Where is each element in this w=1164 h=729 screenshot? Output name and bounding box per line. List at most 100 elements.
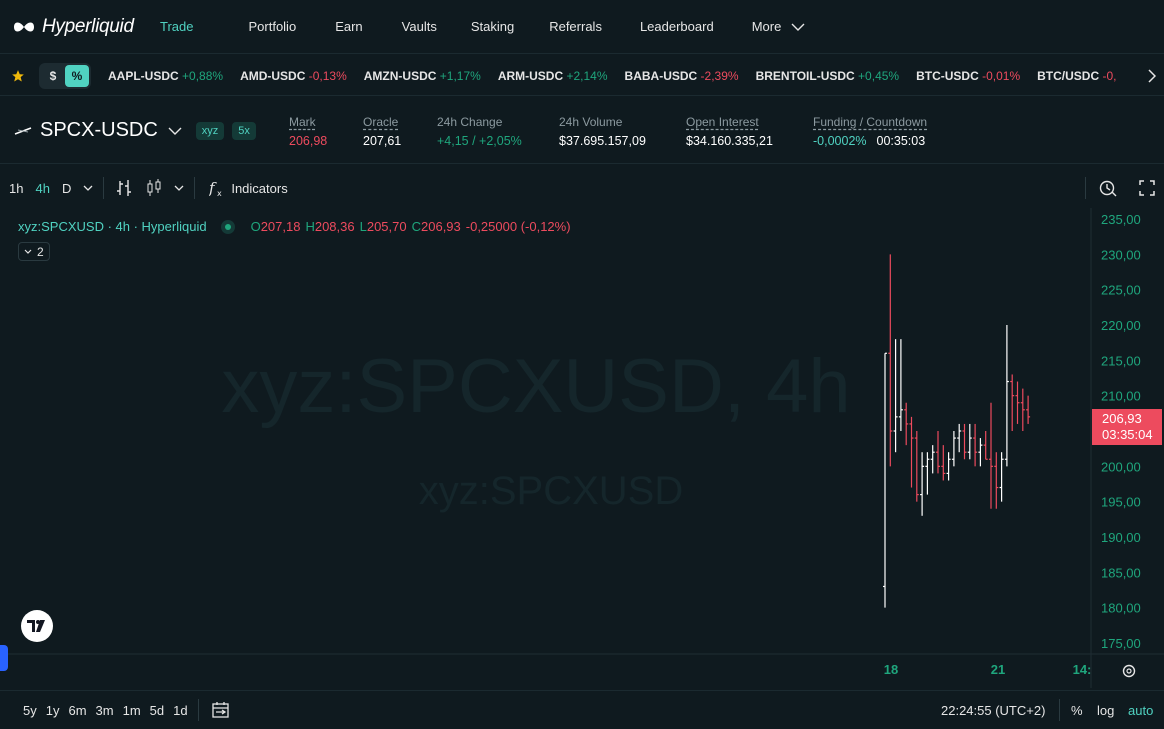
logo[interactable]: Hyperliquid xyxy=(0,16,150,38)
interval-1h[interactable]: 1h xyxy=(9,181,23,196)
divider xyxy=(197,699,199,721)
range-3m[interactable]: 3m xyxy=(96,703,114,718)
nav-vaults[interactable]: Vaults xyxy=(388,19,462,34)
candles-icon[interactable] xyxy=(146,179,162,197)
tradingview-logo[interactable] xyxy=(21,610,53,642)
legend-h-label: H xyxy=(305,219,315,234)
chart-bottom-bar: 5y 1y 6m 3m 1m 5d 1d 22:24:55 (UTC+2) % … xyxy=(0,690,1164,729)
legend-c-label: C xyxy=(411,219,421,234)
ticker-symbol: AAPL-USDC xyxy=(108,68,179,83)
oi-label[interactable]: Open Interest xyxy=(686,115,773,129)
chevron-down-icon[interactable] xyxy=(83,185,93,191)
ticker-item[interactable]: BABA-USDC -2,39% xyxy=(625,69,739,83)
price-axis-tick: 235,00 xyxy=(1101,212,1141,227)
top-navigation: Hyperliquid Trade Portfolio Earn Vaults … xyxy=(0,0,1164,54)
chart-clock[interactable]: 22:24:55 (UTC+2) xyxy=(941,703,1045,718)
interval-4h[interactable]: 4h xyxy=(35,181,49,196)
toggle-percent[interactable]: % xyxy=(65,64,89,87)
oracle-stat: Oracle 207,61 xyxy=(363,115,401,148)
nav-leaderboard[interactable]: Leaderboard xyxy=(627,19,739,34)
legend-o-value: 207,18 xyxy=(260,219,301,234)
legend-title[interactable]: xyz:SPCXUSD · 4h · Hyperliquid xyxy=(18,219,207,234)
price-axis-tick: 195,00 xyxy=(1101,495,1141,510)
price-axis-tick: 215,00 xyxy=(1101,353,1141,368)
star-icon[interactable] xyxy=(11,69,25,83)
log-scale-toggle[interactable]: log xyxy=(1097,703,1114,718)
svg-text:x: x xyxy=(217,189,222,197)
legend-l-value: 205,70 xyxy=(366,219,407,234)
ticker-change: +1,17% xyxy=(439,68,481,83)
bar-chart-type-icon[interactable] xyxy=(116,179,132,197)
range-1m[interactable]: 1m xyxy=(123,703,141,718)
nav-earn[interactable]: Earn xyxy=(321,19,387,34)
range-1d[interactable]: 1d xyxy=(173,703,187,718)
nav-staking[interactable]: Staking xyxy=(462,19,539,34)
chevron-down-icon xyxy=(791,23,805,31)
nav-more-label: More xyxy=(751,19,782,34)
ticker-item[interactable]: BTC-USDC -0,01% xyxy=(916,69,1020,83)
time-axis-tick: 18 xyxy=(884,662,898,677)
spcx-coin-icon xyxy=(14,126,32,135)
price-tag-value: 206,93 xyxy=(1102,411,1142,426)
range-5y[interactable]: 5y xyxy=(23,703,37,718)
chart-toolbar: 1h 4h D fx Indicators xyxy=(0,168,1164,208)
auto-scale-toggle[interactable]: auto xyxy=(1128,703,1153,718)
fullscreen-icon[interactable] xyxy=(1139,180,1155,196)
nav-portfolio[interactable]: Portfolio xyxy=(218,19,321,34)
function-icon[interactable]: fx xyxy=(209,179,225,197)
nav-trade[interactable]: Trade xyxy=(150,19,218,34)
change-label: 24h Change xyxy=(437,115,503,129)
percent-scale-toggle[interactable]: % xyxy=(1071,703,1083,718)
chevron-right-icon xyxy=(1148,69,1156,83)
interval-d[interactable]: D xyxy=(62,181,71,196)
price-axis-tick: 200,00 xyxy=(1101,459,1141,474)
ticker-item[interactable]: AMZN-USDC +1,17% xyxy=(364,69,481,83)
ticker-item[interactable]: ARM-USDC +2,14% xyxy=(498,69,608,83)
volume-stat: 24h Volume $37.695.157,09 xyxy=(559,115,646,148)
funding-label[interactable]: Funding / Countdown xyxy=(813,115,927,129)
tradingview-icon xyxy=(27,620,45,632)
volume-label: 24h Volume xyxy=(559,115,623,129)
toggle-dollar[interactable]: $ xyxy=(41,65,65,87)
pair-name[interactable]: SPCX-USDC xyxy=(40,119,158,142)
ticker-item[interactable]: BRENTOIL-USDC +0,45% xyxy=(756,69,900,83)
ticker-scroll-right[interactable] xyxy=(1140,56,1164,95)
brand-name: Hyperliquid xyxy=(42,15,134,37)
price-axis-tick: 175,00 xyxy=(1101,636,1141,651)
divider xyxy=(194,177,196,199)
nav-more[interactable]: More xyxy=(739,19,831,34)
ticker-item[interactable]: BTC/USDC -0, xyxy=(1037,69,1116,83)
ticker-item[interactable]: AMD-USDC -0,13% xyxy=(240,69,347,83)
nav-referrals[interactable]: Referrals xyxy=(539,19,627,34)
price-axis-tick: 185,00 xyxy=(1101,565,1141,580)
range-5d[interactable]: 5d xyxy=(150,703,164,718)
chart-area[interactable]: xyz:SPCXUSD, 4h xyz:SPCXUSD 235,00230,00… xyxy=(0,208,1164,688)
range-1y[interactable]: 1y xyxy=(46,703,60,718)
funding-value: -0,0002% xyxy=(813,134,867,148)
date-range-icon[interactable] xyxy=(211,701,231,719)
legend-change: -0,25000 (-0,12%) xyxy=(465,219,571,234)
divider xyxy=(1059,699,1060,721)
volume-value: $37.695.157,09 xyxy=(559,134,646,148)
chevron-down-icon[interactable] xyxy=(168,127,182,135)
collapse-indicators-button[interactable]: 2 xyxy=(18,242,50,261)
price-tag-countdown: 03:35:04 xyxy=(1102,427,1153,442)
replay-clock-icon[interactable] xyxy=(1099,179,1117,197)
price-chart[interactable]: xyz:SPCXUSD, 4h xyz:SPCXUSD 235,00230,00… xyxy=(0,208,1164,688)
change-value: +4,15 / +2,05% xyxy=(437,134,522,148)
chevron-down-icon[interactable] xyxy=(174,185,184,191)
indicators-button[interactable]: Indicators xyxy=(231,181,287,196)
time-axis-tick: 21 xyxy=(991,662,1005,677)
svg-text:f: f xyxy=(209,179,217,197)
chevron-down-icon xyxy=(24,249,32,254)
oi-stat: Open Interest $34.160.335,21 xyxy=(686,115,773,148)
sidebar-toggle-handle[interactable] xyxy=(0,645,8,671)
ticker-change: -2,39% xyxy=(700,68,739,83)
display-mode-toggle[interactable]: $ % xyxy=(39,62,91,89)
ticker-symbol: BRENTOIL-USDC xyxy=(755,68,855,83)
oracle-label[interactable]: Oracle xyxy=(363,115,401,129)
mark-label[interactable]: Mark xyxy=(289,115,327,129)
ticker-item[interactable]: AAPL-USDC +0,88% xyxy=(108,69,223,83)
range-6m[interactable]: 6m xyxy=(68,703,86,718)
price-axis-tick: 210,00 xyxy=(1101,389,1141,404)
